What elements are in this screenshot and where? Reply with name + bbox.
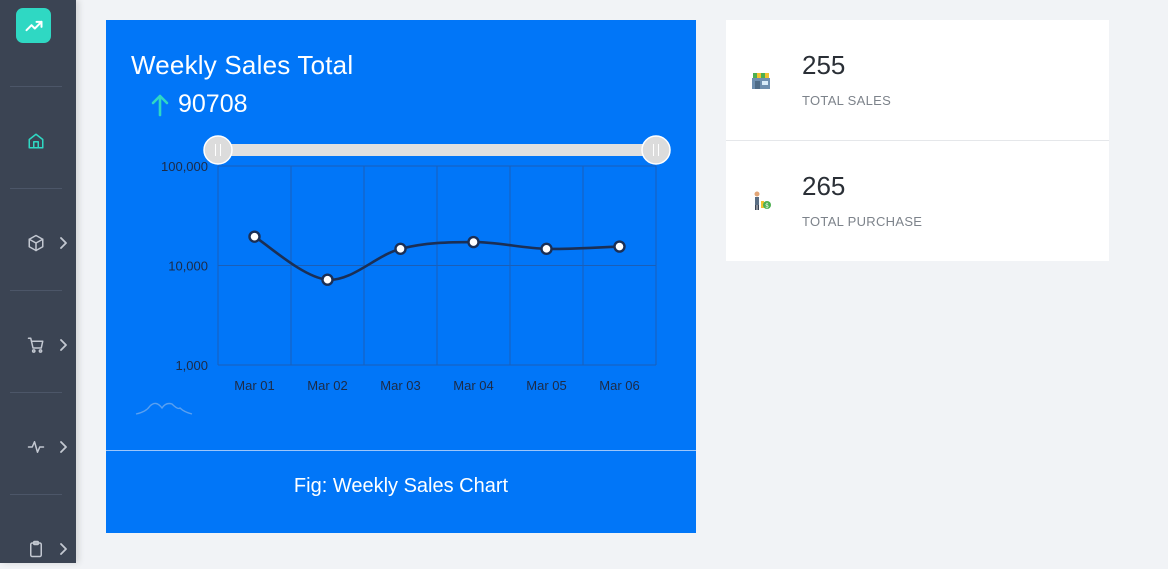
nav-divider: [10, 290, 62, 291]
clipboard-icon: [30, 540, 42, 558]
total-sales-value: 255: [802, 50, 846, 80]
range-slider-track[interactable]: [218, 144, 656, 156]
stats-card: 255 TOTAL SALES $ 265 TOTAL PURCHASE: [726, 20, 1109, 261]
sidebar-item-home[interactable]: [0, 121, 76, 161]
weekly-sales-card: Weekly Sales Total 90708 100,000 10,000 1,…: [106, 20, 696, 533]
data-point[interactable]: [467, 235, 480, 249]
chevron-right-icon: [60, 339, 67, 351]
purchase-icon: $: [754, 191, 771, 210]
sidebar: [0, 0, 76, 563]
x-tick-label: Mar 03: [380, 378, 420, 393]
stat-total-purchase: $ 265 TOTAL PURCHASE: [726, 141, 1109, 261]
store-icon: [752, 73, 770, 89]
x-tick-label: Mar 06: [599, 378, 639, 393]
sidebar-item-clipboard[interactable]: [0, 529, 76, 569]
data-point[interactable]: [321, 273, 334, 286]
nav-divider: [10, 188, 62, 189]
total-sales-label: TOTAL SALES: [802, 93, 892, 108]
box-icon: [28, 234, 44, 252]
chevron-right-icon: [60, 543, 67, 555]
nav-divider: [10, 392, 62, 393]
sidebar-item-activity[interactable]: [0, 427, 76, 467]
range-slider-right-handle[interactable]: [641, 135, 671, 165]
x-tick-label: Mar 01: [234, 378, 274, 393]
nav-divider: [10, 494, 62, 495]
total-purchase-label: TOTAL PURCHASE: [802, 214, 923, 229]
y-tick-label: 10,000: [168, 259, 208, 274]
y-axis: 100,000 10,000 1,000: [161, 159, 208, 373]
data-point[interactable]: [394, 242, 407, 256]
chevron-right-icon: [60, 237, 67, 249]
chevron-right-icon: [60, 441, 67, 453]
x-tick-label: Mar 02: [307, 378, 347, 393]
y-tick-label: 100,000: [161, 159, 208, 174]
sidebar-item-cart[interactable]: [0, 325, 76, 365]
y-tick-label: 1,000: [175, 358, 208, 373]
data-point[interactable]: [613, 240, 626, 253]
data-point[interactable]: [248, 230, 261, 243]
weekly-sales-chart: 100,00010,0001,000 Mar 01 Mar 02 Mar 03 Mar…: [135, 135, 671, 415]
nav-divider: [10, 86, 62, 87]
range-slider[interactable]: [203, 135, 671, 165]
data-point[interactable]: [540, 242, 553, 256]
chart-caption: Fig: Weekly Sales Chart: [293, 475, 509, 497]
svg-text:$: $: [765, 203, 769, 210]
trending-up-icon: [25, 20, 42, 31]
x-tick-label: Mar 04: [453, 378, 493, 393]
x-axis: Mar 01 Mar 02 Mar 03 Mar 04 Mar 05 Mar 06: [234, 378, 639, 393]
chart-grid: [217, 165, 657, 366]
cart-icon: [27, 337, 44, 353]
activity-icon: [27, 441, 45, 453]
x-tick-label: Mar 05: [526, 378, 566, 393]
navigator-sparkline: [135, 402, 193, 415]
range-slider-left-handle[interactable]: [203, 135, 233, 165]
total-purchase-value: 265: [802, 171, 846, 201]
home-icon: [28, 133, 44, 149]
sidebar-item-products[interactable]: [0, 223, 76, 263]
app-logo[interactable]: [16, 8, 51, 43]
card-divider: [106, 450, 696, 451]
stat-total-sales: 255 TOTAL SALES: [726, 20, 1109, 140]
